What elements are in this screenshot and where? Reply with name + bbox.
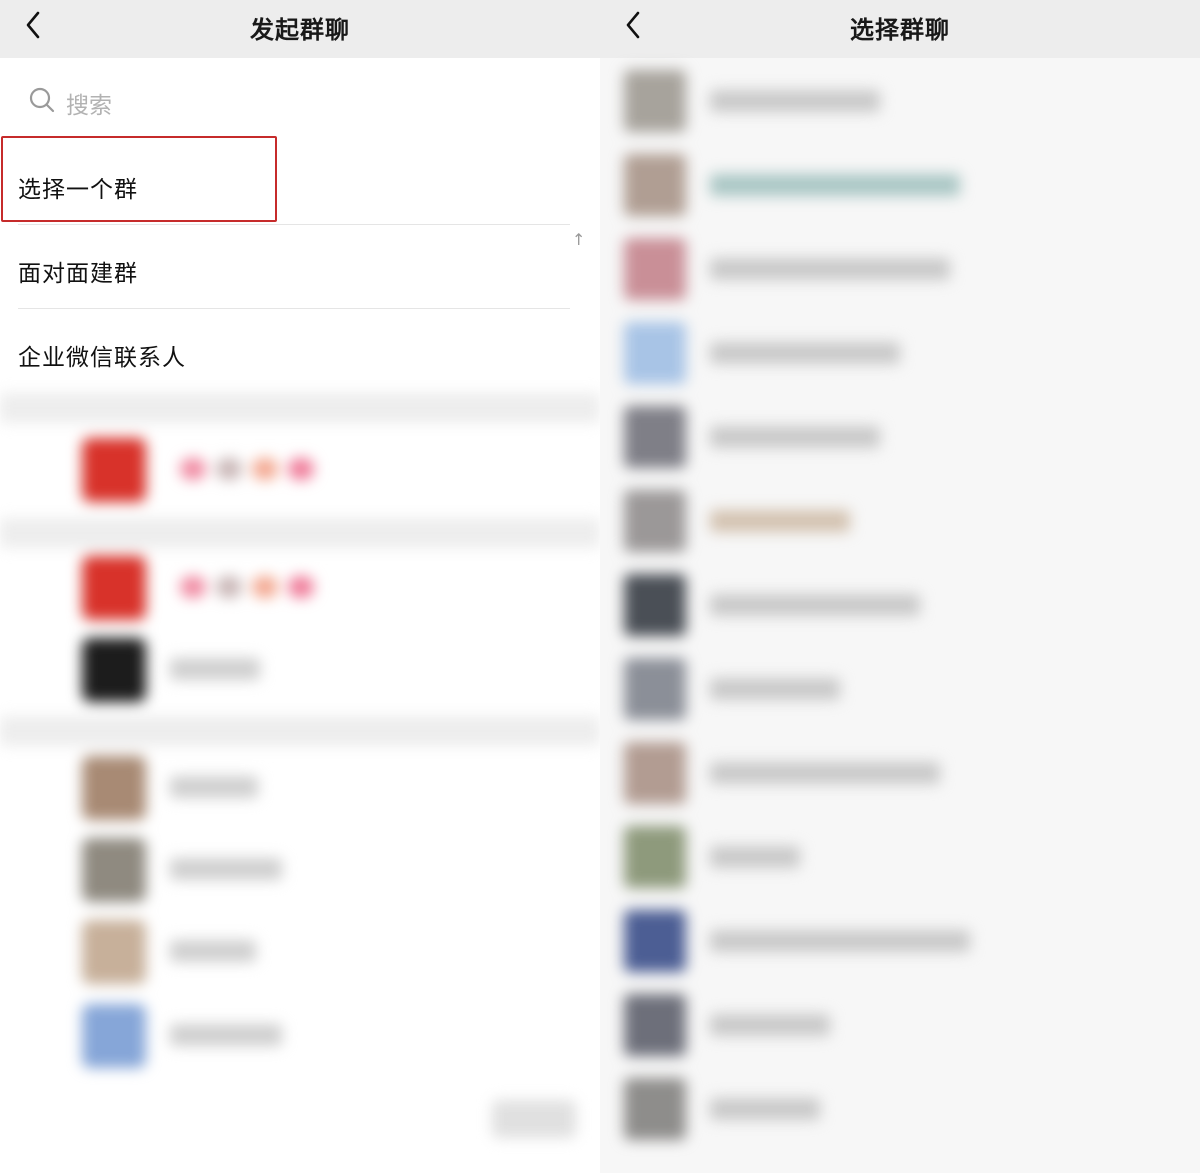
nav-bar: 选择群聊: [600, 0, 1200, 58]
list-item[interactable]: [0, 748, 600, 830]
list-item[interactable]: [600, 480, 1200, 564]
search-bar[interactable]: 搜索: [0, 58, 600, 142]
avatar: [624, 574, 686, 636]
avatar: [624, 742, 686, 804]
group-name: [710, 846, 800, 868]
menu-item-wecom-contacts[interactable]: 企业微信联系人: [0, 310, 600, 393]
group-name: [710, 678, 840, 700]
list-item[interactable]: [600, 396, 1200, 480]
contact-name: [180, 458, 314, 480]
select-group-panel: 选择群聊: [600, 0, 1200, 1173]
avatar: [82, 556, 146, 620]
list-item[interactable]: [600, 228, 1200, 312]
list-item[interactable]: [600, 816, 1200, 900]
group-name: [710, 342, 900, 364]
list-item[interactable]: [600, 984, 1200, 1068]
alphabet-index-bar[interactable]: ↑: [572, 230, 588, 1000]
contact-name: [180, 576, 314, 598]
group-name: [710, 510, 850, 532]
list-item[interactable]: [0, 912, 600, 994]
list-item[interactable]: [0, 430, 600, 512]
list-item[interactable]: [0, 830, 600, 912]
avatar: [624, 490, 686, 552]
menu-item-face-to-face[interactable]: 面对面建群: [0, 226, 600, 309]
avatar: [624, 1078, 686, 1140]
group-name: [710, 174, 960, 196]
group-name: [710, 90, 880, 112]
group-name: [710, 930, 970, 952]
list-item[interactable]: [600, 144, 1200, 228]
group-name: [710, 1098, 820, 1120]
group-name: [710, 258, 950, 280]
nav-bar: 发起群聊: [0, 0, 600, 58]
list-item[interactable]: [600, 60, 1200, 144]
list-item[interactable]: [600, 900, 1200, 984]
list-item[interactable]: [0, 996, 600, 1078]
avatar: [624, 238, 686, 300]
avatar: [82, 438, 146, 502]
contact-name: [170, 776, 258, 798]
confirm-button[interactable]: [492, 1100, 576, 1138]
avatar: [624, 70, 686, 132]
list-item[interactable]: [600, 312, 1200, 396]
index-arrow: ↑: [572, 230, 586, 249]
avatar: [82, 838, 146, 902]
divider: [18, 224, 570, 225]
search-placeholder: 搜索: [66, 93, 112, 119]
menu-item-label: 企业微信联系人: [18, 345, 186, 371]
menu-item-label: 面对面建群: [18, 261, 138, 287]
group-name: [710, 1014, 830, 1036]
contact-name: [170, 940, 256, 962]
list-item[interactable]: [600, 648, 1200, 732]
contact-name: [170, 1024, 282, 1046]
avatar: [624, 406, 686, 468]
avatar: [82, 1004, 146, 1068]
avatar: [624, 826, 686, 888]
avatar: [82, 920, 146, 984]
list-item[interactable]: [0, 548, 600, 630]
menu-item-label: 选择一个群: [18, 177, 138, 203]
divider: [18, 308, 570, 309]
group-name: [710, 426, 880, 448]
section-header: [0, 393, 600, 423]
menu-item-select-group[interactable]: 选择一个群: [0, 142, 600, 225]
list-item[interactable]: [600, 564, 1200, 648]
section-header: [0, 518, 600, 548]
group-name: [710, 762, 940, 784]
avatar: [624, 154, 686, 216]
page-title: 选择群聊: [850, 16, 950, 44]
contact-name: [170, 658, 260, 680]
start-group-chat-panel: 发起群聊 搜索 选择一个群 面对面建群 企业微信联系人 ↑: [0, 0, 600, 1173]
search-icon: [28, 86, 56, 114]
contact-name: [170, 858, 282, 880]
group-name: [710, 594, 920, 616]
avatar: [624, 658, 686, 720]
page-title: 发起群聊: [250, 16, 350, 44]
list-item[interactable]: [0, 630, 600, 712]
avatar: [624, 994, 686, 1056]
avatar: [624, 322, 686, 384]
list-item[interactable]: [600, 1068, 1200, 1152]
avatar: [82, 638, 146, 702]
list-item[interactable]: [600, 732, 1200, 816]
avatar: [82, 756, 146, 820]
section-header: [0, 716, 600, 746]
avatar: [624, 910, 686, 972]
